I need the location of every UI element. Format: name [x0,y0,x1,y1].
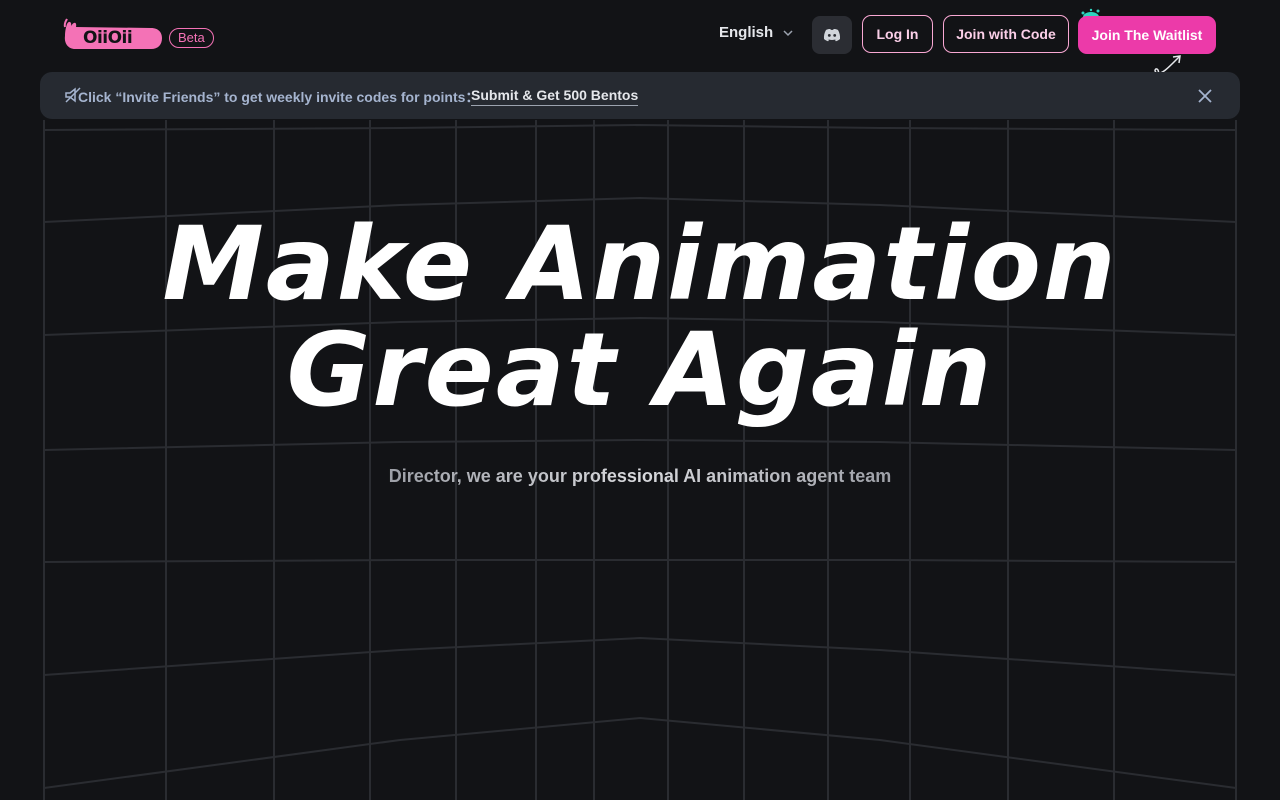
logo-mark: OiiOii [63,18,163,52]
hero-title-line-2: Great Again [286,311,994,430]
login-button[interactable]: Log In [862,15,933,53]
top-nav: OiiOii Beta English Log In Join with Cod… [0,0,1280,84]
landing-page: OiiOii Beta English Log In Join with Cod… [0,0,1280,800]
close-icon[interactable] [1195,86,1215,106]
hero-title-line-1: Make Animation [162,205,1118,324]
discord-icon [823,29,841,42]
submit-bentos-link[interactable]: Submit & Get 500 Bentos [471,87,639,106]
logo-text: OiiOii [83,28,133,48]
language-selector[interactable]: English [719,24,793,41]
discord-button[interactable] [812,16,852,54]
announcement-text: Click “Invite Friends” to get weekly inv… [78,89,480,105]
hero-subtitle: Director, we are your professional AI an… [0,466,1280,487]
language-label: English [719,24,774,41]
hero-title: Make Animation Great Again [0,212,1280,424]
beta-badge: Beta [169,28,214,48]
logo[interactable]: OiiOii [63,18,163,52]
join-waitlist-button[interactable]: Join The Waitlist [1078,16,1216,54]
join-with-code-button[interactable]: Join with Code [943,15,1069,53]
chevron-down-icon [783,29,793,36]
announcement-bar: Click “Invite Friends” to get weekly inv… [40,72,1240,119]
